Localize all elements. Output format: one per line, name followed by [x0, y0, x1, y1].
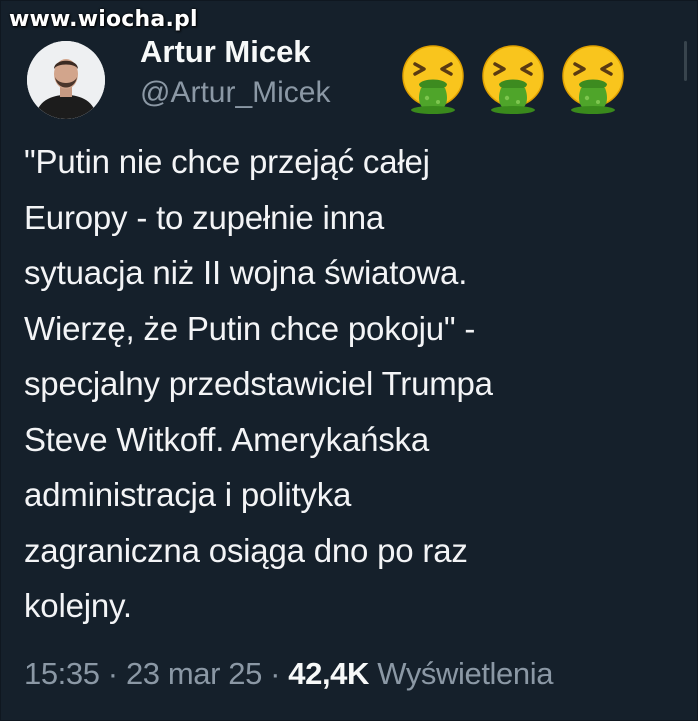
- vomiting-face-emoji-icon: [562, 45, 624, 114]
- author-handle[interactable]: @Artur_Micek: [140, 76, 331, 110]
- vomiting-face-emoji-icon: [402, 45, 464, 114]
- vomiting-face-emoji-icon: [482, 45, 544, 114]
- views-count[interactable]: 42,4K: [288, 656, 369, 691]
- meta-separator: ·: [99, 656, 126, 691]
- tweet-meta: 15:35 · 23 mar 25 · 42,4K Wyświetlenia: [24, 656, 553, 692]
- meta-separator: ·: [261, 656, 289, 691]
- tweet-date[interactable]: 23 mar 25: [126, 656, 262, 691]
- emoji-row: [397, 42, 629, 114]
- author-display-name[interactable]: Artur Micek: [140, 34, 311, 70]
- avatar[interactable]: [27, 41, 105, 119]
- watermark: www.wiocha.pl: [9, 7, 198, 32]
- views-label: Wyświetlenia: [369, 656, 554, 691]
- scroll-edge: [684, 41, 687, 81]
- tweet-text: "Putin nie chce przejąć całej Europy - t…: [24, 143, 493, 624]
- tweet-card: www.wiocha.pl Artur Micek @Artur_Micek "…: [0, 0, 698, 721]
- tweet-time[interactable]: 15:35: [24, 656, 100, 691]
- person-avatar-icon: [27, 41, 105, 119]
